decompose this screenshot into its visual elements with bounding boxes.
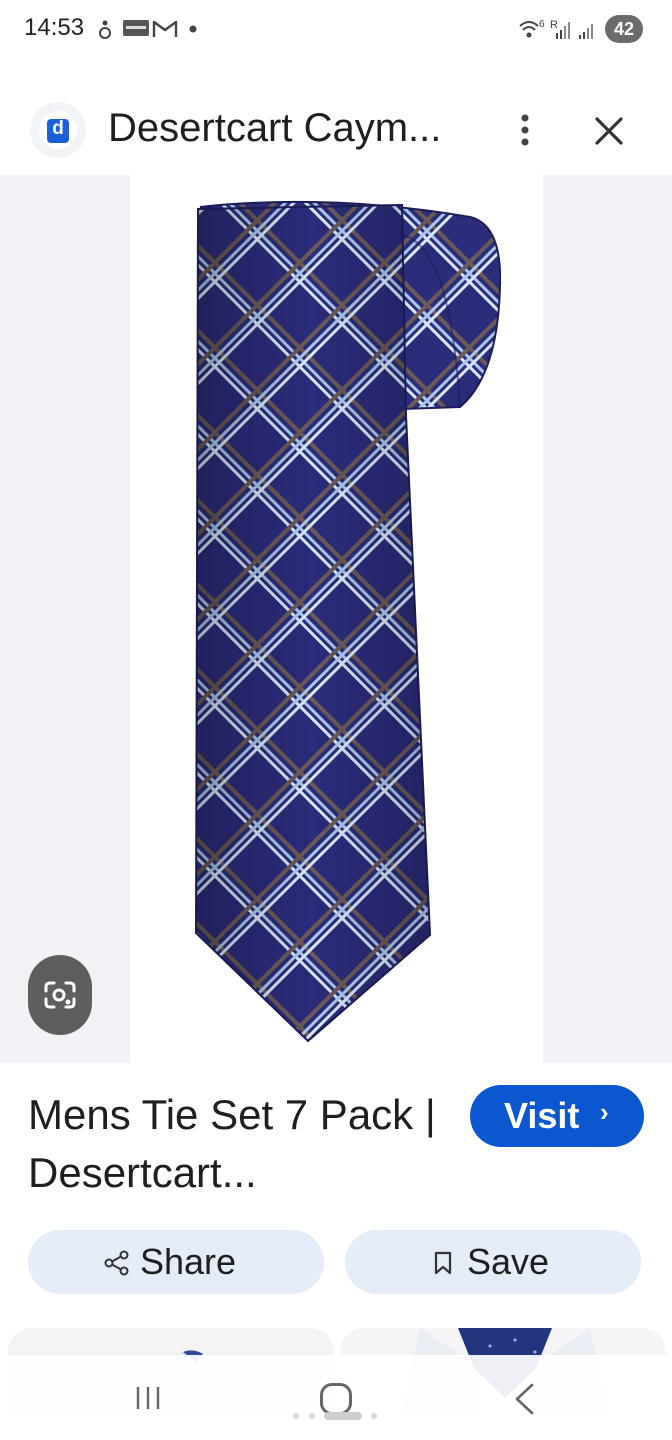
site-logo[interactable]: d bbox=[30, 102, 86, 158]
image-preview[interactable] bbox=[0, 175, 672, 1063]
system-nav-bar bbox=[0, 1355, 672, 1440]
result-title[interactable]: Mens Tie Set 7 Pack | Desertcart... bbox=[28, 1086, 448, 1202]
share-button[interactable]: Share bbox=[28, 1230, 324, 1294]
svg-text:R: R bbox=[550, 19, 558, 31]
wifi-icon: 6 bbox=[519, 19, 545, 38]
signal-icon bbox=[579, 24, 593, 39]
result-header: d Desertcart Caym... bbox=[0, 90, 672, 170]
dot-icon bbox=[189, 25, 197, 33]
status-time: 14:53 bbox=[24, 14, 85, 41]
svg-text:6: 6 bbox=[539, 19, 545, 30]
visit-label: Visit bbox=[504, 1095, 580, 1136]
news-app-icon bbox=[123, 20, 149, 36]
more-vert-icon[interactable] bbox=[505, 110, 545, 150]
status-bar: 14:53 6 R 42 bbox=[0, 0, 672, 60]
gmail-icon bbox=[152, 20, 178, 37]
visit-button[interactable]: Visit › bbox=[470, 1085, 644, 1147]
site-logo-letter: d bbox=[47, 119, 69, 143]
bookmark-icon bbox=[434, 1251, 452, 1275]
share-icon bbox=[104, 1250, 129, 1276]
notification-icon bbox=[99, 20, 111, 39]
battery-badge: 42 bbox=[605, 15, 643, 43]
page-indicator bbox=[293, 1412, 377, 1420]
signal-roaming-icon: R bbox=[550, 19, 570, 39]
save-label: Save bbox=[467, 1241, 550, 1282]
close-icon[interactable] bbox=[588, 110, 630, 152]
recents-icon[interactable] bbox=[134, 1385, 162, 1411]
image-canvas bbox=[130, 175, 543, 1063]
lens-icon bbox=[44, 981, 76, 1009]
back-icon[interactable] bbox=[512, 1383, 536, 1415]
site-name[interactable]: Desertcart Caym... bbox=[108, 106, 468, 151]
lens-search-button[interactable] bbox=[28, 955, 92, 1035]
product-image bbox=[194, 200, 502, 1043]
chevron-right-icon: › bbox=[600, 1097, 609, 1127]
save-button[interactable]: Save bbox=[345, 1230, 641, 1294]
share-label: Share bbox=[140, 1241, 237, 1282]
